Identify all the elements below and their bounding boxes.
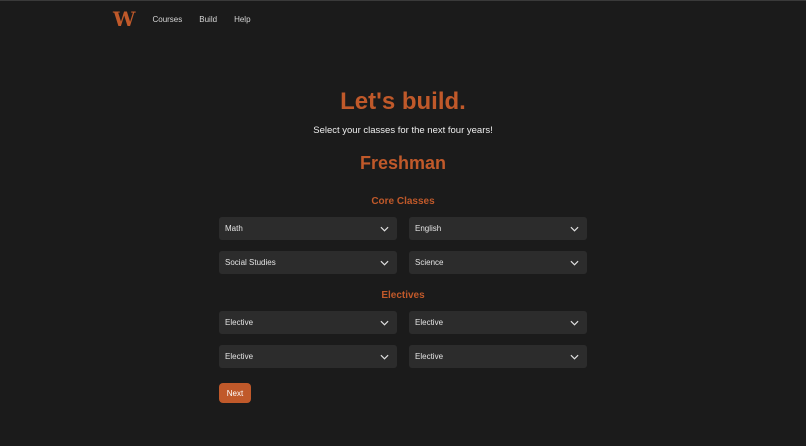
science-select[interactable]: Science bbox=[409, 251, 587, 274]
elective-select-2[interactable]: Elective bbox=[409, 311, 587, 334]
top-nav: W Courses Build Help bbox=[113, 9, 268, 29]
nav-link-help[interactable]: Help bbox=[234, 15, 250, 24]
nav-link-courses[interactable]: Courses bbox=[152, 15, 182, 24]
page-title: Let's build. bbox=[340, 88, 466, 115]
chevron-down-icon bbox=[380, 354, 389, 360]
select-value: Social Studies bbox=[225, 258, 276, 267]
social-studies-select[interactable]: Social Studies bbox=[219, 251, 397, 274]
elective-select-4[interactable]: Elective bbox=[409, 345, 587, 368]
select-value: Science bbox=[415, 258, 444, 267]
nav-link-build[interactable]: Build bbox=[199, 15, 217, 24]
math-select[interactable]: Math bbox=[219, 217, 397, 240]
select-value: Elective bbox=[415, 352, 444, 361]
english-select[interactable]: English bbox=[409, 217, 587, 240]
elective-select-1[interactable]: Elective bbox=[219, 311, 397, 334]
top-border bbox=[0, 0, 806, 1]
chevron-down-icon bbox=[380, 320, 389, 326]
page-subtitle: Select your classes for the next four ye… bbox=[313, 125, 493, 136]
select-value: Elective bbox=[225, 318, 254, 327]
chevron-down-icon bbox=[570, 226, 579, 232]
core-classes-heading: Core Classes bbox=[371, 196, 435, 207]
elective-select-3[interactable]: Elective bbox=[219, 345, 397, 368]
chevron-down-icon bbox=[570, 320, 579, 326]
select-value: English bbox=[415, 224, 442, 233]
chevron-down-icon bbox=[570, 354, 579, 360]
electives-heading: Electives bbox=[381, 290, 425, 301]
select-value: Elective bbox=[225, 352, 254, 361]
year-heading: Freshman bbox=[359, 153, 447, 173]
select-value: Elective bbox=[415, 318, 444, 327]
next-button[interactable]: Next bbox=[219, 383, 251, 403]
chevron-down-icon bbox=[570, 260, 579, 266]
select-value: Math bbox=[225, 224, 243, 233]
chevron-down-icon bbox=[380, 226, 389, 232]
brand-logo[interactable]: W bbox=[113, 9, 135, 29]
chevron-down-icon bbox=[380, 260, 389, 266]
